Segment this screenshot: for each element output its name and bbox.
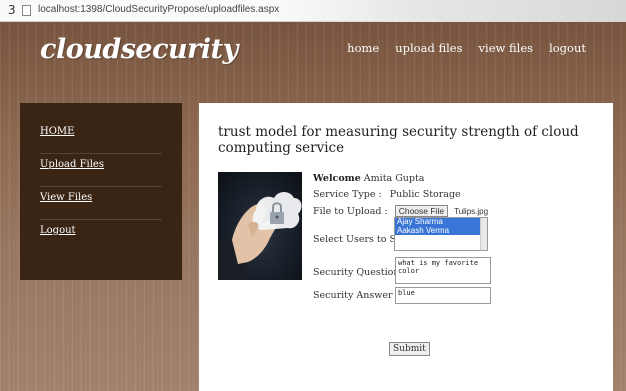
site-background: cloudsecurity home upload files view fil… xyxy=(0,22,626,391)
site-header: cloudsecurity home upload files view fil… xyxy=(0,22,626,82)
top-nav: home upload files view files logout xyxy=(347,41,586,55)
address-bar-fade xyxy=(276,0,626,22)
sidebar-link-home[interactable]: HOME xyxy=(40,126,74,137)
choose-file-button[interactable]: Choose File xyxy=(394,205,449,217)
question-label: Security Question : xyxy=(313,267,406,278)
sidebar-item-view: View Files xyxy=(40,187,162,220)
welcome-label: Welcome xyxy=(313,173,361,184)
nav-home[interactable]: home xyxy=(347,41,379,55)
submit-button[interactable]: Submit xyxy=(389,342,430,356)
file-name: Tulips.jpg xyxy=(454,207,489,216)
welcome-user: Amita Gupta xyxy=(363,173,425,184)
sidebar-item-upload: Upload Files xyxy=(40,154,162,187)
security-answer-field[interactable]: blue xyxy=(395,287,491,304)
user-option[interactable]: Aakash Verma xyxy=(395,226,487,235)
security-question-field[interactable]: what is my favorite color xyxy=(395,257,491,284)
site-logo: cloudsecurity xyxy=(40,34,238,65)
nav-upload-files[interactable]: upload files xyxy=(395,41,462,55)
welcome-line: Welcome Amita Gupta xyxy=(313,173,424,184)
sidebar-item-home: HOME xyxy=(40,121,162,154)
listbox-scrollbar[interactable] xyxy=(480,218,487,250)
answer-label: Security Answer : xyxy=(313,290,399,301)
browser-address-bar: 3 localhost:1398/CloudSecurityPropose/up… xyxy=(0,0,626,22)
service-type-label: Service Type : xyxy=(313,189,382,200)
main-panel: trust model for measuring security stren… xyxy=(199,103,613,391)
page-icon xyxy=(22,5,31,16)
sidebar: HOME Upload Files View Files Logout xyxy=(20,103,182,280)
sidebar-item-logout: Logout xyxy=(40,220,162,252)
file-label: File to Upload : xyxy=(313,206,388,217)
cloud-lock-illustration xyxy=(218,192,302,280)
sidebar-link-logout[interactable]: Logout xyxy=(40,225,76,236)
nav-logout[interactable]: logout xyxy=(549,41,586,55)
service-type-value: Public Storage xyxy=(389,189,461,200)
sidebar-link-view[interactable]: View Files xyxy=(40,192,92,203)
tab-number: 3 xyxy=(8,3,16,17)
file-row: File to Upload : Choose File Tulips.jpg xyxy=(313,205,488,217)
users-listbox[interactable]: Ajay Sharma Aakash Verma xyxy=(394,217,488,251)
page-title: trust model for measuring security stren… xyxy=(218,124,579,156)
nav-view-files[interactable]: view files xyxy=(479,41,534,55)
service-type-row: Service Type : Public Storage xyxy=(313,189,461,200)
cloud-lock-image xyxy=(218,172,302,280)
sidebar-link-upload[interactable]: Upload Files xyxy=(40,159,104,170)
url-field[interactable]: localhost:1398/CloudSecurityPropose/uplo… xyxy=(38,4,279,15)
